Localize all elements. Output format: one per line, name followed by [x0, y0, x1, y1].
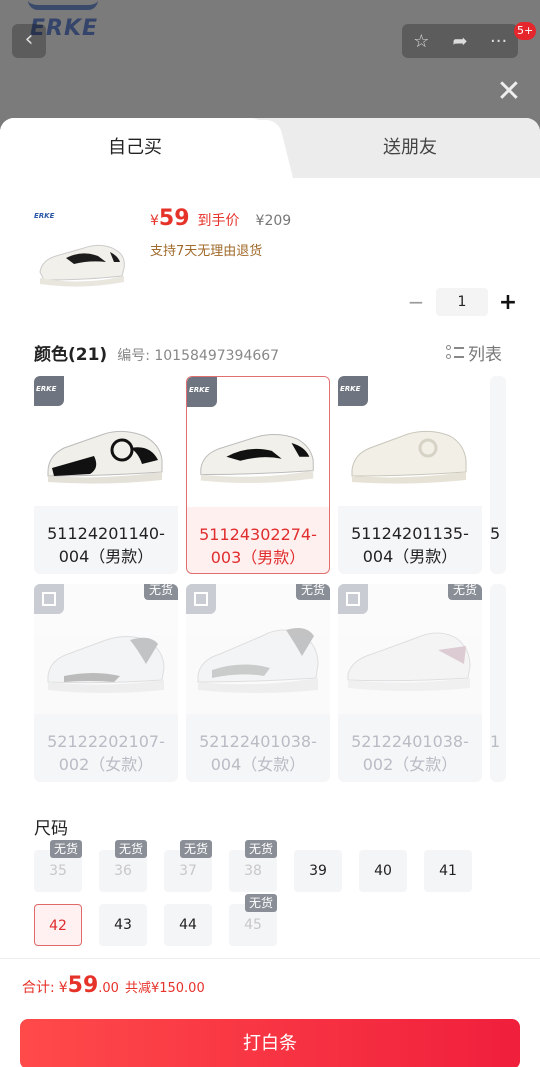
tab-gift-friend[interactable]: 送朋友 — [280, 118, 540, 178]
top-actions: ☆ ➦ ··· — [402, 24, 518, 58]
color-label: 51124201140-004（男款） — [47, 524, 165, 566]
out-of-stock-tag: 无货 — [245, 894, 278, 912]
size-option-out-of-stock[interactable]: 45 无货 — [229, 894, 278, 946]
color-option-selected[interactable]: ERKE 51124302274-003（男款） — [186, 376, 330, 574]
out-of-stock-tag: 无货 — [115, 840, 148, 858]
out-of-stock-tag: 无货 — [295, 584, 330, 600]
brand-badge: ERKE — [338, 376, 368, 406]
baitiao-pay-button[interactable]: 打白条 — [20, 1019, 520, 1067]
size-option[interactable]: 41 — [424, 850, 472, 892]
share-icon[interactable]: ➦ — [445, 31, 475, 52]
size-option[interactable]: 40 — [359, 850, 407, 892]
color-option[interactable]: ERKE 51124201135-004（男款） — [338, 376, 482, 574]
thumbnail-brand: ERKE — [34, 212, 55, 220]
expand-icon[interactable] — [186, 584, 216, 614]
total-int: 59 — [67, 973, 99, 998]
purchase-sheet: 自己买 送朋友 ERKE ¥ 59 到手价 ¥209 支持7天无理由退货 − 1… — [0, 118, 540, 1067]
size-grid: 35 无货 36 无货 37 无货 38 无货 39 40 41 42 43 44 45… — [34, 840, 514, 950]
tab-bar: 自己买 送朋友 — [0, 118, 540, 180]
background-page: ERKE ‹ ☆ ➦ ··· 5+ ✕ — [0, 0, 540, 120]
brand-badge: ERKE — [187, 377, 217, 407]
color-grid: ERKE 51124201140-004（男款） ERKE 5112430227… — [34, 376, 506, 786]
price-tag: 到手价 — [197, 213, 240, 229]
color-label: 52122202107-002（女款） — [47, 732, 165, 774]
tab-buy-myself[interactable]: 自己买 — [0, 118, 270, 180]
price-value: 59 — [158, 206, 190, 231]
list-icon — [446, 344, 464, 361]
color-option-partial[interactable]: 1 — [490, 584, 506, 782]
color-label: 1 — [490, 732, 501, 751]
color-header: 颜色(21) 编号: 10158497394667 — [34, 340, 279, 365]
return-policy: 支持7天无理由退货 — [150, 244, 263, 259]
more-icon[interactable]: ··· — [484, 31, 514, 52]
out-of-stock-tag: 无货 — [143, 584, 178, 600]
color-option-out-of-stock[interactable]: 无货 52122401038-002（女款） — [338, 584, 482, 782]
message-badge: 5+ — [514, 22, 537, 40]
color-option-partial[interactable]: 5 — [490, 376, 506, 574]
color-title: 颜色(21) — [34, 345, 108, 365]
list-toggle-label: 列表 — [468, 345, 502, 365]
total-symbol: ¥ — [58, 980, 68, 996]
brand-badge: ERKE — [34, 376, 64, 406]
price-row: ¥ 59 到手价 ¥209 — [150, 206, 291, 231]
plus-icon[interactable]: + — [496, 290, 520, 315]
size-title: 尺码 — [34, 819, 68, 839]
color-option-out-of-stock[interactable]: 无货 52122202107-002（女款） — [34, 584, 178, 782]
order-total: 合计: ¥ 59 .00 共减¥150.00 — [22, 973, 205, 998]
list-view-toggle[interactable]: 列表 — [446, 340, 502, 365]
product-thumbnail — [39, 244, 125, 287]
out-of-stock-tag: 无货 — [245, 840, 278, 858]
original-price: ¥209 — [255, 213, 292, 229]
size-option-out-of-stock[interactable]: 35 无货 — [34, 840, 83, 892]
size-option-out-of-stock[interactable]: 36 无货 — [99, 840, 148, 892]
size-option[interactable]: 44 — [164, 904, 212, 946]
color-label: 51124302274-003（男款） — [199, 525, 317, 567]
size-option[interactable]: 43 — [99, 904, 147, 946]
color-option[interactable]: ERKE 51124201140-004（男款） — [34, 376, 178, 574]
color-label: 5 — [490, 524, 501, 543]
out-of-stock-tag: 无货 — [180, 840, 213, 858]
quantity-stepper: − 1 + — [404, 288, 520, 316]
brand-swoosh-icon — [28, 0, 98, 10]
close-icon[interactable]: ✕ — [494, 77, 524, 108]
discount-text: 共减¥150.00 — [124, 981, 205, 996]
checkout-footer: 合计: ¥ 59 .00 共减¥150.00 打白条 — [0, 958, 540, 1067]
chevron-left-icon: ‹ — [24, 27, 34, 52]
out-of-stock-tag: 无货 — [447, 584, 482, 600]
color-label: 52122401038-004（女款） — [199, 732, 317, 774]
back-button[interactable]: ‹ — [12, 24, 46, 58]
star-icon[interactable]: ☆ — [406, 31, 436, 52]
size-option-out-of-stock[interactable]: 38 无货 — [229, 840, 278, 892]
color-label: 52122401038-002（女款） — [351, 732, 469, 774]
color-label: 51124201135-004（男款） — [351, 524, 469, 566]
product-code: 编号: 10158497394667 — [117, 348, 280, 364]
total-dec: .00 — [98, 981, 119, 996]
expand-icon[interactable] — [338, 584, 368, 614]
out-of-stock-tag: 无货 — [50, 840, 83, 858]
quantity-value[interactable]: 1 — [436, 288, 488, 316]
size-option[interactable]: 39 — [294, 850, 342, 892]
size-option-selected[interactable]: 42 — [34, 904, 82, 946]
minus-icon[interactable]: − — [404, 290, 428, 314]
size-option-out-of-stock[interactable]: 37 无货 — [164, 840, 213, 892]
total-label: 合计: — [22, 980, 55, 996]
expand-icon[interactable] — [34, 584, 64, 614]
price-symbol: ¥ — [150, 213, 159, 229]
color-option-out-of-stock[interactable]: 无货 52122401038-004（女款） — [186, 584, 330, 782]
